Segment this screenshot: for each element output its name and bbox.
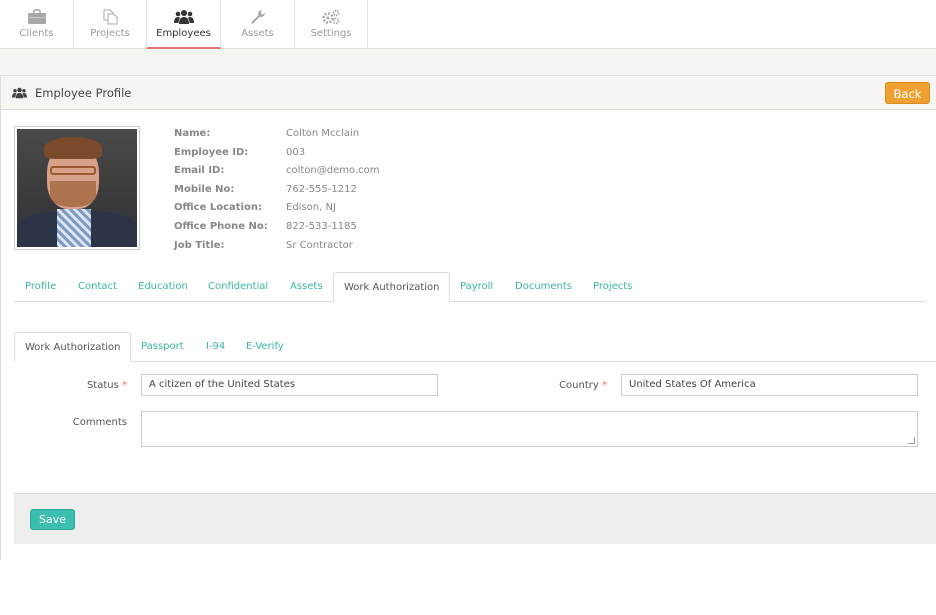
info-label: Employee ID: [174,146,249,158]
info-row-mobile: Mobile No: 762-555-1212 [174,184,380,203]
nav-label: Clients [19,28,54,39]
info-label: Email ID: [174,165,225,177]
info-value: Sr Contractor [286,239,353,251]
profile-tabs: Profile Contact Education Confidential A… [14,272,925,302]
employee-info: Name: Colton Mcclain Employee ID: 003 Emai… [174,128,380,258]
users-icon [12,87,27,99]
info-value: 822-533-1185 [286,220,357,232]
info-label: Job Title: [174,239,225,251]
info-value: colton@demo.com [286,165,380,177]
employee-photo [14,126,140,250]
nav-label: Settings [310,28,352,39]
country-field[interactable]: United States Of America [621,374,918,396]
save-button[interactable]: Save [30,509,75,530]
info-row-job-title: Job Title: Sr Contractor [174,240,380,259]
tab-assets[interactable]: Assets [290,272,323,301]
subtab-i94[interactable]: I-94 [206,332,225,361]
nav-label: Assets [241,28,274,39]
country-label: Country * [559,380,607,391]
subheader-band [0,49,936,75]
nav-item-employees[interactable]: Employees [147,0,221,50]
panel-header: Employee Profile Back [1,76,936,110]
info-value: Colton Mcclain [286,128,360,139]
info-label: Office Location: [174,202,262,214]
status-field[interactable]: A citizen of the United States [141,374,438,396]
tab-contact[interactable]: Contact [78,272,117,301]
top-navigation: Clients Projects Employees Assets Settin… [0,0,936,50]
resize-handle[interactable] [908,437,915,444]
nav-item-assets[interactable]: Assets [221,0,295,48]
nav-label: Employees [156,28,211,39]
info-label: Mobile No: [174,183,235,195]
wrench-icon [250,10,265,24]
info-label: Office Phone No: [174,220,268,232]
info-value: 762-555-1212 [286,183,357,195]
tab-education[interactable]: Education [138,272,188,301]
nav-label: Projects [90,28,130,39]
required-mark: * [602,380,607,391]
subtab-work-authorization[interactable]: Work Authorization [14,332,132,362]
users-icon [173,10,194,24]
tab-work-authorization[interactable]: Work Authorization [333,272,451,302]
copy-icon [103,9,118,25]
nav-item-clients[interactable]: Clients [0,0,74,48]
info-row-email: Email ID: colton@demo.com [174,165,380,184]
required-mark: * [122,380,127,391]
tab-confidential[interactable]: Confidential [208,272,268,301]
subtab-e-verify[interactable]: E-Verify [246,332,284,361]
gears-icon [322,9,340,25]
info-label: Name: [174,128,211,139]
tab-payroll[interactable]: Payroll [460,272,493,301]
employee-profile-panel: Employee Profile Back Name: Colton Mcclai… [0,75,936,560]
subtab-passport[interactable]: Passport [141,332,184,361]
tab-projects[interactable]: Projects [593,272,632,301]
comments-label: Comments [72,417,127,428]
back-button[interactable]: Back [885,82,930,104]
form-footer: Save [14,493,936,544]
info-row-employee-id: Employee ID: 003 [174,147,380,166]
briefcase-icon [27,9,46,24]
info-value: Edison, NJ [286,202,336,214]
nav-item-projects[interactable]: Projects [74,0,147,48]
info-value: 003 [286,146,306,158]
page-title: Employee Profile [35,86,132,100]
status-label: Status * [86,380,127,391]
tab-profile[interactable]: Profile [25,272,56,301]
work-authorization-subtabs: Work Authorization Passport I-94 E-Verif… [14,332,936,362]
info-row-office-location: Office Location: Edison, NJ [174,202,380,221]
info-row-office-phone: Office Phone No: 822-533-1185 [174,221,380,240]
nav-item-settings[interactable]: Settings [295,0,368,48]
tab-documents[interactable]: Documents [515,272,572,301]
comments-textarea[interactable] [141,411,918,447]
info-row-name: Name: Colton Mcclain [174,128,380,147]
